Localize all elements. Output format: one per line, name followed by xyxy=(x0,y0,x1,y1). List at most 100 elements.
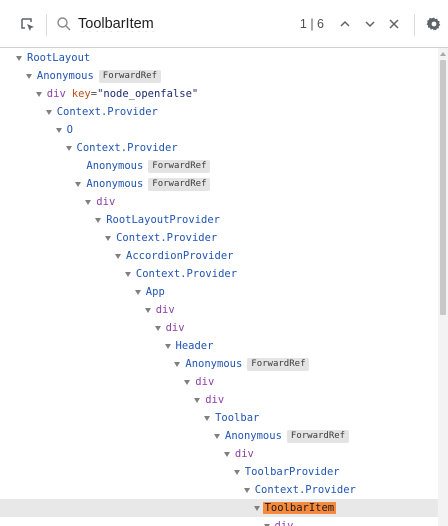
tree-row[interactable]: Anonymous ForwardRef xyxy=(0,67,438,85)
tree-row[interactable]: div xyxy=(0,445,438,463)
expand-toggle-icon[interactable] xyxy=(174,362,181,367)
expand-toggle-icon[interactable] xyxy=(65,146,72,151)
toolbar-divider xyxy=(414,14,415,36)
tree-row[interactable]: Header xyxy=(0,337,438,355)
tree-row[interactable]: Anonymous ForwardRef xyxy=(0,175,438,193)
chevron-up-icon[interactable] xyxy=(336,15,354,33)
node-label: Anonymous xyxy=(185,358,243,370)
node-content: div xyxy=(275,518,294,526)
node-content: div key="node_openfalse" xyxy=(47,86,198,102)
node-label: Toolbar xyxy=(215,412,260,424)
node-content: Toolbar xyxy=(215,410,259,426)
tree-row[interactable]: Context.Provider xyxy=(0,481,438,499)
expand-toggle-icon[interactable] xyxy=(105,236,112,241)
tree-row[interactable]: div xyxy=(0,391,438,409)
node-content: div xyxy=(166,320,185,336)
node-content: O xyxy=(67,122,73,138)
node-content: Header xyxy=(176,338,214,354)
expand-toggle-icon[interactable] xyxy=(243,488,250,493)
node-content: div xyxy=(96,194,115,210)
scroll-thumb[interactable] xyxy=(440,60,446,315)
node-content: ToolbarItem xyxy=(262,500,337,516)
tree-row[interactable]: RootLayout xyxy=(0,49,438,67)
scroll-up-arrow[interactable] xyxy=(440,52,446,56)
expand-toggle-icon[interactable] xyxy=(204,416,211,421)
node-content: ToolbarProvider xyxy=(245,464,340,480)
tree-row[interactable]: div xyxy=(0,193,438,211)
node-label: Context.Provider xyxy=(254,484,356,496)
node-label: RootLayoutProvider xyxy=(106,214,220,226)
node-label: O xyxy=(66,124,73,136)
expand-toggle-icon[interactable] xyxy=(253,506,260,511)
expand-toggle-icon[interactable] xyxy=(124,272,131,277)
node-content: Anonymous ForwardRef xyxy=(225,428,350,444)
match-count: 1 | 6 xyxy=(299,17,324,31)
expand-toggle-icon[interactable] xyxy=(194,398,201,403)
node-label: div xyxy=(205,394,225,406)
expand-toggle-icon[interactable] xyxy=(233,470,240,475)
tree-row[interactable]: Anonymous ForwardRef xyxy=(0,427,438,445)
expand-toggle-icon[interactable] xyxy=(184,380,191,385)
node-label: ToolbarProvider xyxy=(244,466,340,478)
prop-name: key xyxy=(71,88,91,100)
expand-toggle-icon[interactable] xyxy=(134,290,141,295)
node-label: div xyxy=(96,196,116,208)
search-input[interactable] xyxy=(78,13,278,35)
tree-row[interactable]: O xyxy=(0,121,438,139)
expand-toggle-icon[interactable] xyxy=(45,110,52,115)
expand-toggle-icon[interactable] xyxy=(223,452,230,457)
expand-toggle-icon[interactable] xyxy=(154,326,161,331)
hoc-badge: ForwardRef xyxy=(148,178,211,191)
node-content: Context.Provider xyxy=(136,266,237,282)
node-label: Anonymous xyxy=(86,178,144,190)
tree-row[interactable]: Context.Provider xyxy=(0,139,438,157)
expand-toggle-icon[interactable] xyxy=(95,218,102,223)
expand-toggle-icon[interactable] xyxy=(164,344,171,349)
expand-toggle-icon[interactable] xyxy=(85,200,92,205)
node-content: Anonymous ForwardRef xyxy=(86,158,211,174)
expand-toggle-icon[interactable] xyxy=(25,74,32,79)
tree-row[interactable]: ToolbarProvider xyxy=(0,463,438,481)
node-label: Context.Provider xyxy=(76,142,178,154)
expand-toggle-icon[interactable] xyxy=(75,182,82,187)
tree-row[interactable]: div xyxy=(0,373,438,391)
gear-icon[interactable] xyxy=(424,14,444,34)
tree-row[interactable]: RootLayoutProvider xyxy=(0,211,438,229)
expand-toggle-icon[interactable] xyxy=(35,92,42,97)
chevron-down-icon[interactable] xyxy=(361,15,379,33)
hoc-badge: ForwardRef xyxy=(286,430,350,443)
tree-row[interactable]: Anonymous ForwardRef xyxy=(0,355,438,373)
tree-row[interactable]: Context.Provider xyxy=(0,265,438,283)
tree-row[interactable]: div xyxy=(0,319,438,337)
node-content: div xyxy=(205,392,224,408)
node-content: App xyxy=(146,284,165,300)
node-content: RootLayout xyxy=(27,50,90,66)
node-label: Context.Provider xyxy=(56,106,158,118)
tree-row[interactable]: App xyxy=(0,283,438,301)
expand-toggle-icon[interactable] xyxy=(16,56,22,61)
node-content: div xyxy=(235,446,254,462)
tree-row[interactable]: div xyxy=(0,517,438,526)
node-content: Anonymous ForwardRef xyxy=(185,356,310,372)
tree-row[interactable]: Context.Provider xyxy=(0,103,438,121)
tree-row[interactable]: AccordionProvider xyxy=(0,247,438,265)
expand-toggle-icon[interactable] xyxy=(144,308,151,313)
tree-scrollbar[interactable] xyxy=(438,48,448,526)
node-content: div xyxy=(195,374,214,390)
expand-toggle-icon[interactable] xyxy=(55,128,62,133)
tree-row[interactable]: Anonymous ForwardRef xyxy=(0,157,438,175)
tree-row[interactable]: ToolbarItem xyxy=(0,499,438,517)
select-element-icon[interactable] xyxy=(17,14,39,36)
close-icon[interactable] xyxy=(385,15,403,33)
expand-toggle-icon[interactable] xyxy=(115,254,121,259)
node-content: AccordionProvider xyxy=(126,248,233,264)
node-label: Anonymous xyxy=(36,70,94,82)
tree-row[interactable]: div key="node_openfalse" xyxy=(0,85,438,103)
toolbar-divider xyxy=(46,14,47,36)
expand-toggle-icon[interactable] xyxy=(214,434,220,439)
node-label: div xyxy=(46,88,66,100)
tree-row[interactable]: Toolbar xyxy=(0,409,438,427)
node-label: div xyxy=(165,322,185,334)
tree-row[interactable]: div xyxy=(0,301,438,319)
tree-row[interactable]: Context.Provider xyxy=(0,229,438,247)
